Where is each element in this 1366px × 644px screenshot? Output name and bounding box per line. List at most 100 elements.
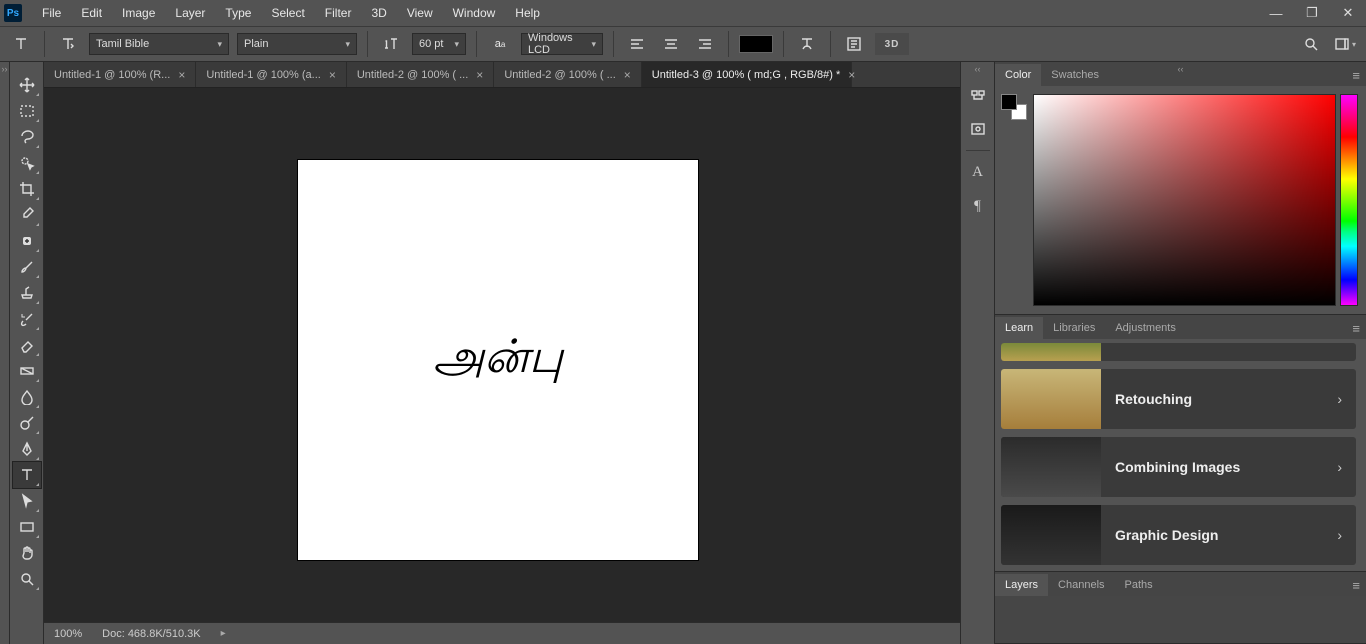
panel-menu-icon[interactable]: ≡ <box>1346 318 1366 339</box>
hue-slider[interactable] <box>1340 94 1358 306</box>
tab-layers[interactable]: Layers <box>995 574 1048 596</box>
chevron-right-icon: › <box>1323 391 1356 407</box>
canvas[interactable]: அன்பு <box>298 160 698 560</box>
dodge-tool[interactable] <box>13 410 41 436</box>
gradient-tool[interactable] <box>13 358 41 384</box>
tab-adjustments[interactable]: Adjustments <box>1105 317 1186 339</box>
menu-3d[interactable]: 3D <box>361 0 396 26</box>
chevron-right-icon: › <box>1323 459 1356 475</box>
tool-preset-type-icon[interactable] <box>8 31 34 57</box>
pen-tool[interactable] <box>13 436 41 462</box>
document-tab[interactable]: Untitled-1 @ 100% (a...× <box>196 62 347 87</box>
canvas-viewport[interactable]: அன்பு <box>44 88 960 622</box>
workspace-switcher-button[interactable]: ▾ <box>1332 31 1358 57</box>
panel-menu-icon[interactable]: ≡ <box>1346 575 1366 596</box>
quick-select-tool[interactable] <box>13 150 41 176</box>
character-panel-button[interactable] <box>841 31 867 57</box>
3d-button[interactable]: 3D <box>875 33 909 55</box>
close-icon[interactable]: × <box>178 68 185 82</box>
close-icon[interactable]: × <box>848 68 855 82</box>
paragraph-panel-icon[interactable]: ¶ <box>965 193 991 219</box>
canvas-text-layer[interactable]: அன்பு <box>433 330 563 390</box>
align-center-button[interactable] <box>658 31 684 57</box>
font-size-icon <box>378 31 404 57</box>
menu-file[interactable]: File <box>32 0 71 26</box>
crop-tool[interactable] <box>13 176 41 202</box>
eyedropper-tool[interactable] <box>13 202 41 228</box>
grip-icon[interactable]: ‹‹ <box>995 64 1366 74</box>
tab-channels[interactable]: Channels <box>1048 574 1114 596</box>
tab-libraries[interactable]: Libraries <box>1043 317 1105 339</box>
menu-layer[interactable]: Layer <box>165 0 215 26</box>
menu-bar: Ps File Edit Image Layer Type Select Fil… <box>0 0 1366 26</box>
menu-window[interactable]: Window <box>443 0 506 26</box>
lasso-tool[interactable] <box>13 124 41 150</box>
text-color-swatch[interactable] <box>739 35 773 53</box>
tab-learn[interactable]: Learn <box>995 317 1043 339</box>
rectangle-tool[interactable] <box>13 514 41 540</box>
menu-view[interactable]: View <box>397 0 443 26</box>
learn-item[interactable] <box>1001 343 1356 361</box>
path-select-tool[interactable] <box>13 488 41 514</box>
history-brush-tool[interactable] <box>13 306 41 332</box>
align-right-button[interactable] <box>692 31 718 57</box>
close-icon[interactable]: × <box>329 68 336 82</box>
document-tab[interactable]: Untitled-3 @ 100% ( md;G , RGB/8#) *× <box>642 62 852 87</box>
menu-help[interactable]: Help <box>505 0 550 26</box>
learn-item[interactable]: Combining Images › <box>1001 437 1356 497</box>
thumbnail <box>1001 437 1101 497</box>
search-icon[interactable] <box>1298 31 1324 57</box>
character-panel-icon[interactable]: A <box>965 159 991 185</box>
menu-image[interactable]: Image <box>112 0 165 26</box>
left-panel-collapsed-strip[interactable]: ›› <box>0 62 10 644</box>
window-minimize-button[interactable]: — <box>1258 0 1294 26</box>
font-size-dropdown[interactable]: 60 pt ▾ <box>412 33 466 55</box>
blur-tool[interactable] <box>13 384 41 410</box>
grip-icon: ›› <box>2 64 8 74</box>
menu-type[interactable]: Type <box>215 0 261 26</box>
window-restore-button[interactable]: ❐ <box>1294 0 1330 26</box>
grip-icon[interactable]: ‹‹ <box>961 64 994 74</box>
align-left-button[interactable] <box>624 31 650 57</box>
chevron-right-icon[interactable]: ▸ <box>221 628 226 639</box>
color-field[interactable] <box>1033 94 1336 306</box>
document-tab[interactable]: Untitled-2 @ 100% ( ...× <box>347 62 494 87</box>
document-tab-label: Untitled-1 @ 100% (R... <box>54 69 170 81</box>
warp-text-button[interactable] <box>794 31 820 57</box>
menu-filter[interactable]: Filter <box>315 0 362 26</box>
color-panel-body <box>995 86 1366 314</box>
eraser-tool[interactable] <box>13 332 41 358</box>
foreground-color-swatch[interactable] <box>1001 94 1017 110</box>
move-tool[interactable] <box>13 72 41 98</box>
document-tab-label: Untitled-2 @ 100% ( ... <box>504 69 615 81</box>
anti-alias-dropdown[interactable]: Windows LCD ▾ <box>521 33 603 55</box>
font-family-dropdown[interactable]: Tamil Bible ▾ <box>89 33 229 55</box>
anti-alias-value: Windows LCD <box>528 32 585 56</box>
healing-brush-tool[interactable] <box>13 228 41 254</box>
document-tab[interactable]: Untitled-2 @ 100% ( ... × <box>494 62 641 87</box>
thumbnail <box>1001 369 1101 429</box>
text-orientation-icon[interactable] <box>55 31 81 57</box>
window-controls: — ❐ ✕ <box>1258 0 1366 26</box>
document-tab[interactable]: Untitled-1 @ 100% (R... × <box>44 62 196 87</box>
clone-stamp-tool[interactable] <box>13 280 41 306</box>
brush-tool[interactable] <box>13 254 41 280</box>
tab-paths[interactable]: Paths <box>1115 574 1163 596</box>
menu-edit[interactable]: Edit <box>71 0 112 26</box>
type-tool[interactable] <box>13 462 41 488</box>
history-panel-icon[interactable] <box>965 82 991 108</box>
layers-panel-body[interactable] <box>995 596 1366 643</box>
zoom-tool[interactable] <box>13 566 41 592</box>
font-style-dropdown[interactable]: Plain ▾ <box>237 33 357 55</box>
window-close-button[interactable]: ✕ <box>1330 0 1366 26</box>
learn-item[interactable]: Graphic Design › <box>1001 505 1356 565</box>
hand-tool[interactable] <box>13 540 41 566</box>
fg-bg-swatches[interactable] <box>999 94 1029 306</box>
properties-panel-icon[interactable] <box>965 116 991 142</box>
close-icon[interactable]: × <box>624 68 631 82</box>
learn-item[interactable]: Retouching › <box>1001 369 1356 429</box>
menu-select[interactable]: Select <box>261 0 314 26</box>
rect-marquee-tool[interactable] <box>13 98 41 124</box>
zoom-level[interactable]: 100% <box>54 628 82 640</box>
close-icon[interactable]: × <box>476 68 483 82</box>
